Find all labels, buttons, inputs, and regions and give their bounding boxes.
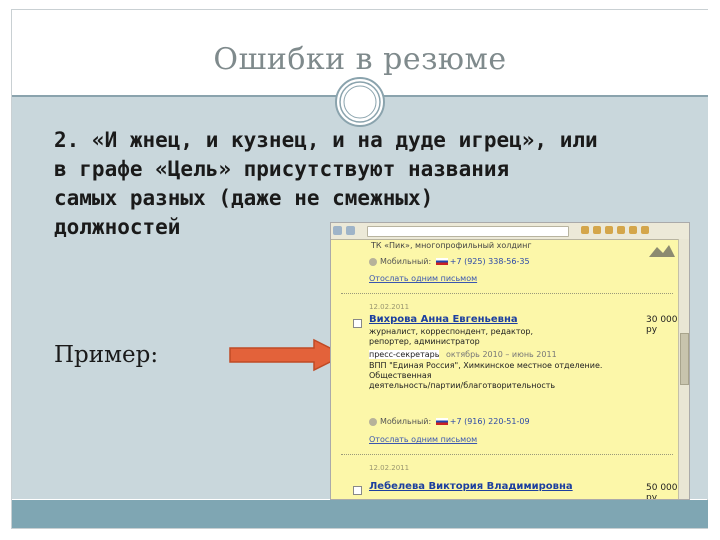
main-text-line: 2. «И жнец, и кузнец, и на дуде игрец», … [54, 128, 598, 152]
top-partial-text: ТК «Пик», многопрофильный холдинг [371, 241, 532, 250]
toolbar-icon [605, 226, 613, 234]
candidate-name-link[interactable]: Лебелева Виктория Владимировна [369, 481, 573, 492]
send-link[interactable]: Отослать одним письмом [369, 435, 477, 444]
phone-row: Мобильный: +7 (916) 220-51-09 [369, 417, 530, 426]
phone-label: Мобильный: [380, 417, 432, 426]
candidate-name-link[interactable]: Вихрова Анна Евгеньевна [369, 314, 518, 325]
address-bar [367, 226, 569, 237]
phone-label: Мобильный: [380, 257, 432, 266]
press-label: пресс-секретарь [369, 350, 440, 359]
toolbar-icon [641, 226, 649, 234]
organization: ВПП "Единая Россия", Химкинское местное … [369, 361, 669, 391]
embedded-screenshot: ТК «Пик», многопрофильный холдинг Мобиль… [330, 222, 690, 500]
toolbar-icon [581, 226, 589, 234]
phone-row: Мобильный: +7 (925) 338-56-35 [369, 257, 530, 266]
forward-icon [346, 226, 355, 235]
slide-title: Ошибки в резюме [213, 42, 507, 77]
select-checkbox[interactable] [353, 319, 362, 328]
broken-image-icon [649, 245, 675, 257]
browser-toolbar [331, 223, 689, 240]
date-label: 12.02.2011 [369, 464, 410, 472]
org-line: Общественная [369, 371, 432, 380]
main-text-line: самых разных (даже не смежных) [54, 186, 434, 210]
scrollbar[interactable] [678, 239, 689, 499]
position-description: журналист, корреспондент, редактор, репо… [369, 327, 534, 346]
send-link[interactable]: Отослать одним письмом [369, 274, 477, 283]
scrollbar-thumb[interactable] [680, 333, 689, 385]
right-arrow-icon [229, 338, 346, 372]
circle-ornament-icon [335, 77, 385, 127]
date-label: 12.02.2011 [369, 303, 410, 311]
flag-icon [435, 258, 448, 265]
phone-number: +7 (916) 220-51-09 [449, 417, 530, 426]
select-checkbox[interactable] [353, 486, 362, 495]
toolbar-icon [629, 226, 637, 234]
divider [341, 454, 673, 456]
main-text-line: в графе «Цель» присутствуют названия [54, 157, 510, 181]
press-dates: октябрь 2010 – июнь 2011 [445, 350, 557, 359]
toolbar-icon [617, 226, 625, 234]
phone-icon [369, 417, 377, 426]
experience-row: пресс-секретарь октябрь 2010 – июнь 2011 [369, 350, 557, 360]
back-icon [333, 226, 342, 235]
flag-icon [435, 418, 448, 425]
org-line: ВПП "Единая Россия", Химкинское местное … [369, 361, 603, 370]
footer-band [12, 500, 708, 528]
example-label: Пример: [54, 342, 159, 368]
phone-icon [369, 257, 377, 266]
phone-number: +7 (925) 338-56-35 [449, 257, 530, 266]
toolbar-icon [593, 226, 601, 234]
divider [341, 293, 673, 295]
org-line: деятельность/партии/благотворительность [369, 381, 556, 390]
